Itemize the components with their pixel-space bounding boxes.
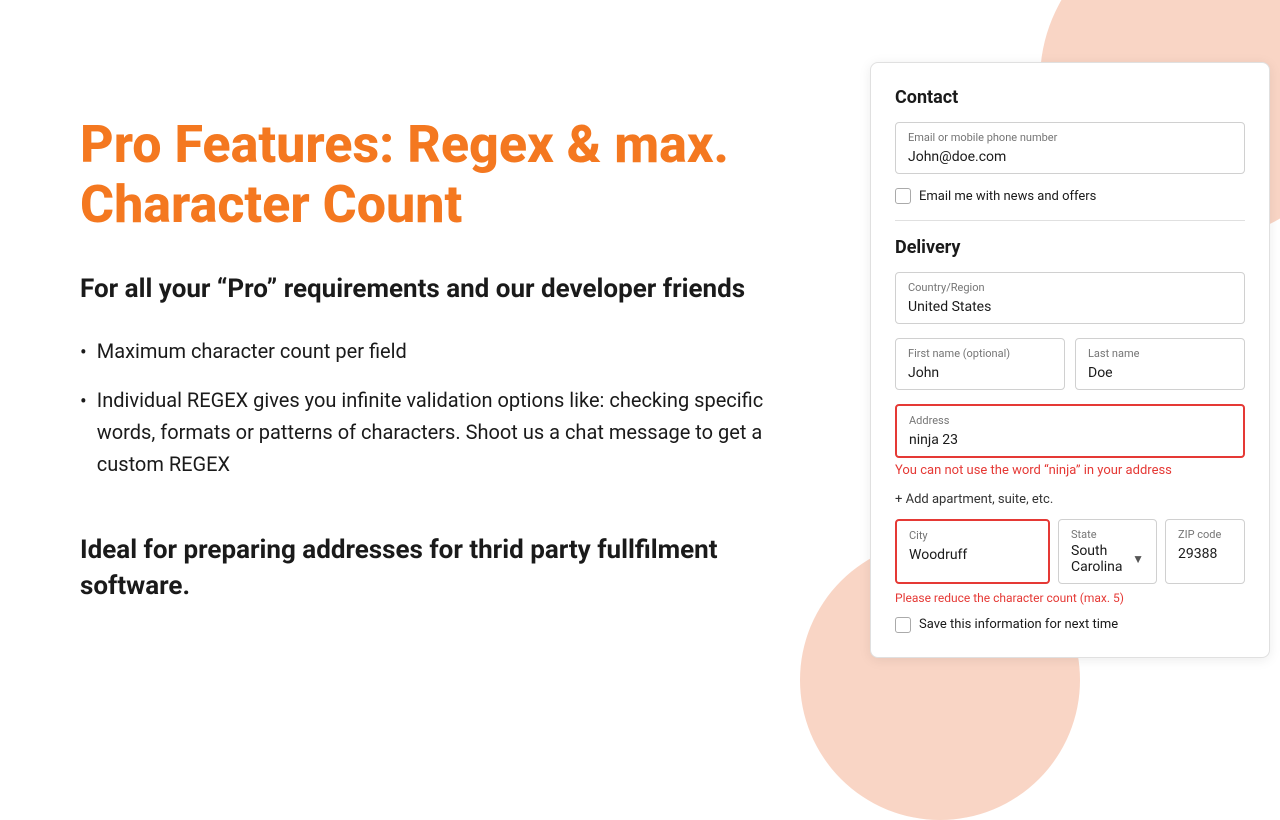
left-panel: Pro Features: Regex & max. Character Cou… (0, 0, 870, 720)
zip-field-box[interactable]: ZIP code 29388 (1165, 519, 1245, 584)
contact-section-title: Contact (895, 87, 1245, 108)
state-field-box[interactable]: State South Carolina ▼ (1058, 519, 1157, 584)
add-apartment-link[interactable]: + Add apartment, suite, etc. (895, 492, 1245, 507)
city-label: City (909, 529, 1036, 542)
zip-value: 29388 (1178, 546, 1217, 562)
address-error: You can not use the word “ninja” in your… (895, 463, 1245, 478)
main-title: Pro Features: Regex & max. Character Cou… (80, 115, 810, 235)
last-name-label: Last name (1088, 347, 1232, 360)
save-checkbox[interactable] (895, 617, 911, 633)
city-state-zip-row: City Woodruff State South Carolina ▼ ZIP… (895, 519, 1245, 584)
form-card: Contact Email or mobile phone number Joh… (870, 62, 1270, 658)
subtitle: For all your “Pro” requirements and our … (80, 271, 810, 307)
email-group: Email or mobile phone number John@doe.co… (895, 122, 1245, 174)
section-divider (895, 220, 1245, 221)
address-field-box[interactable]: Address ninja 23 (895, 404, 1245, 458)
city-error: Please reduce the character count (max. … (895, 590, 1245, 607)
state-select-inner: South Carolina ▼ (1071, 543, 1144, 575)
state-label: State (1071, 528, 1144, 541)
email-value: John@doe.com (908, 149, 1006, 165)
country-label: Country/Region (908, 281, 1232, 294)
address-label: Address (909, 414, 1231, 427)
right-panel: Contact Email or mobile phone number Joh… (870, 0, 1280, 720)
first-name-value: John (908, 365, 939, 381)
bullet-text-2: Individual REGEX gives you infinite vali… (97, 384, 810, 480)
last-name-field-box[interactable]: Last name Doe (1075, 338, 1245, 390)
save-label: Save this information for next time (919, 617, 1118, 632)
city-field-box[interactable]: City Woodruff (895, 519, 1050, 584)
bullet-item-1: Maximum character count per field (80, 335, 810, 368)
email-field-box[interactable]: Email or mobile phone number John@doe.co… (895, 122, 1245, 174)
first-name-field-box[interactable]: First name (optional) John (895, 338, 1065, 390)
state-value: South Carolina (1071, 543, 1132, 575)
email-checkbox-label: Email me with news and offers (919, 189, 1096, 204)
city-value: Woodruff (909, 547, 967, 563)
last-name-value: Doe (1088, 365, 1113, 381)
save-check-row: Save this information for next time (895, 617, 1245, 633)
country-group: Country/Region United States (895, 272, 1245, 324)
email-checkbox-row: Email me with news and offers (895, 188, 1245, 204)
address-group: Address ninja 23 You can not use the wor… (895, 404, 1245, 478)
bullet-list: Maximum character count per field Indivi… (80, 335, 810, 496)
zip-label: ZIP code (1178, 528, 1232, 541)
country-value: United States (908, 299, 991, 315)
email-checkbox[interactable] (895, 188, 911, 204)
bottom-text: Ideal for preparing addresses for thrid … (80, 532, 810, 605)
name-group: First name (optional) John Last name Doe (895, 338, 1245, 390)
delivery-section-title: Delivery (895, 237, 1245, 258)
country-field-box[interactable]: Country/Region United States (895, 272, 1245, 324)
chevron-down-icon: ▼ (1132, 552, 1144, 566)
first-name-label: First name (optional) (908, 347, 1052, 360)
bullet-item-2: Individual REGEX gives you infinite vali… (80, 384, 810, 480)
bullet-text-1: Maximum character count per field (97, 335, 407, 367)
address-value: ninja 23 (909, 432, 958, 448)
email-label: Email or mobile phone number (908, 131, 1232, 144)
